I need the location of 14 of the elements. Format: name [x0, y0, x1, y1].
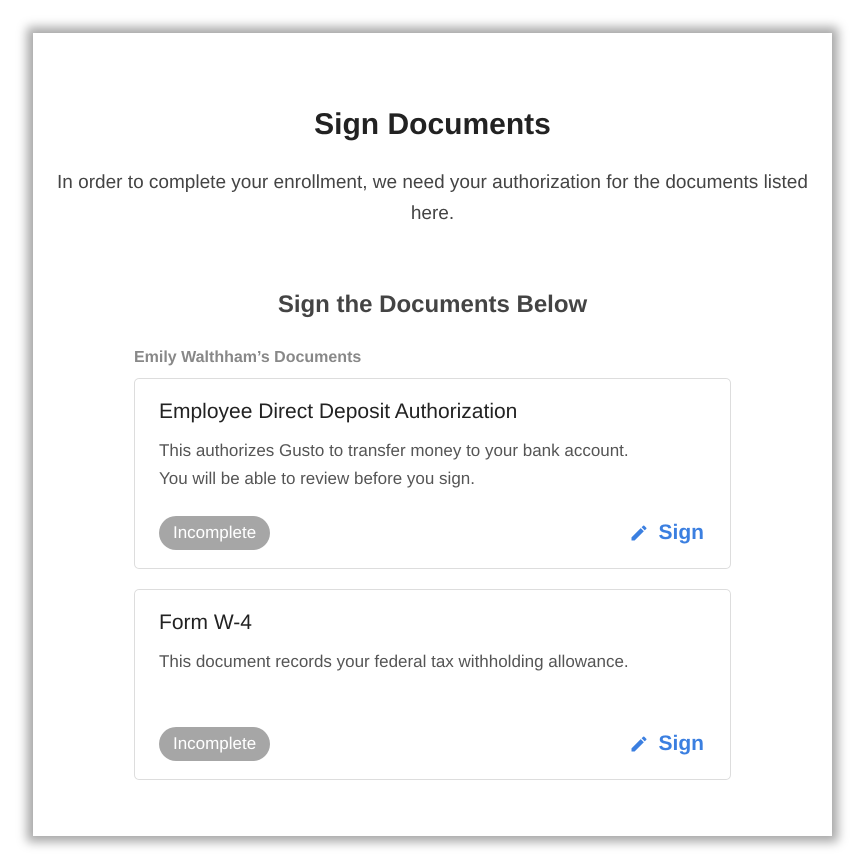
document-description: This authorizes Gusto to transfer money to your bank account. You will be able to review before you sign. [159, 440, 630, 490]
pencil-icon [628, 734, 648, 754]
documents-owner-label: Emily Walthham’s Documents [134, 348, 362, 368]
status-badge: Incomplete [159, 727, 270, 761]
document-description: This document records your federal tax withholding allowance. [159, 651, 630, 673]
sign-button[interactable]: Sign [628, 728, 704, 760]
document-title: Employee Direct Deposit Authorization [159, 399, 518, 425]
status-badge: Incomplete [159, 516, 270, 550]
document-title: Form W-4 [159, 610, 253, 636]
page-title: Sign Documents [314, 107, 551, 143]
intro-text: In order to complete your enrollment, we need your authorization for the documents listed here. [56, 171, 809, 226]
section-heading: Sign the Documents Below [278, 290, 588, 320]
sign-button[interactable]: Sign [628, 517, 704, 549]
pencil-icon [628, 523, 648, 543]
